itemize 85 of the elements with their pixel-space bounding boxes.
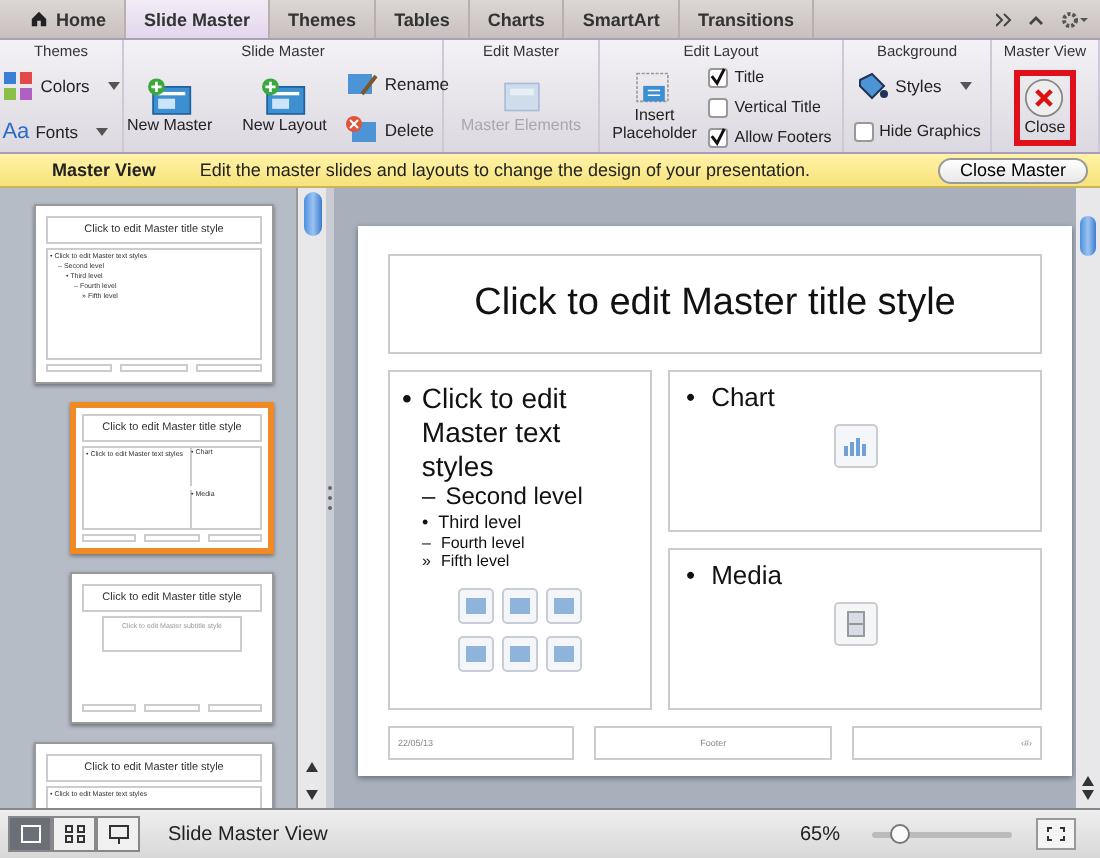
ribbon-button[interactable]: Close [1014, 69, 1076, 145]
ribbon-tab[interactable]: Slide Master [126, 0, 271, 38]
checkbox-box[interactable] [708, 67, 729, 87]
insert-content-icon [458, 635, 494, 672]
ribbon-tab[interactable]: Charts [469, 0, 565, 38]
scroll-up-icon [1082, 776, 1094, 786]
body-text: Fourth level [440, 533, 525, 553]
check-icon [710, 68, 727, 86]
ribbon-button[interactable]: Styles [853, 72, 981, 101]
view-button[interactable] [52, 816, 96, 852]
palette-icon [2, 70, 35, 103]
chart-icon [833, 424, 877, 468]
scrollbar[interactable] [1076, 188, 1100, 808]
fit-button[interactable] [1036, 818, 1076, 850]
bullet: • [402, 382, 412, 418]
bullet: • [686, 382, 696, 412]
ribbon-button[interactable]: New Master [116, 70, 223, 144]
scroll-down-icon [1082, 790, 1094, 800]
insert-content-icon [458, 587, 494, 624]
ribbon-button[interactable]: Rename [346, 70, 450, 99]
ribbon-tab[interactable]: Tables [376, 0, 470, 38]
bullet: » [422, 552, 431, 572]
new-slide-icon [262, 78, 307, 116]
view-button[interactable] [8, 816, 52, 852]
ribbon-button[interactable]: Aa Fonts [2, 119, 120, 144]
caret-icon [95, 127, 108, 136]
slideshow-view-icon [107, 824, 129, 844]
message-title: Master View [52, 160, 156, 180]
checkbox-box[interactable] [708, 97, 729, 117]
checkbox[interactable]: Hide Graphics [853, 121, 981, 142]
bullet: • [422, 511, 429, 534]
fit-icon [1046, 826, 1066, 842]
insert-content-icon [502, 587, 538, 624]
message-text: Edit the master slides and layouts to change the design of your presentation. [199, 160, 811, 180]
checkbox[interactable]: Title [708, 67, 832, 87]
scrollbar[interactable] [296, 188, 326, 808]
normal-view-icon [19, 824, 41, 844]
film-icon [833, 602, 877, 646]
collapse-icon [1028, 11, 1044, 27]
insert-content-icon [502, 635, 538, 672]
body-text: Third level [438, 511, 522, 534]
view-button[interactable] [96, 816, 140, 852]
ribbon-tab[interactable]: SmartArt [564, 0, 680, 38]
caret-icon [107, 82, 120, 91]
ribbon-tab[interactable]: Transitions [679, 0, 814, 38]
home-icon [30, 10, 48, 28]
checkbox[interactable]: Allow Footers [708, 127, 832, 147]
body-text: Chart [711, 382, 775, 412]
body-text: Second level [445, 482, 583, 512]
checkbox-box[interactable] [708, 127, 729, 147]
slider-thumb[interactable] [890, 823, 910, 843]
insert-content-icon [546, 587, 582, 624]
new-slide-icon [147, 78, 192, 116]
body-text: Click to edit Master text styles [421, 382, 569, 483]
ribbon-tab[interactable]: Themes [270, 0, 377, 38]
body-text: Media [711, 560, 782, 590]
scroll-thumb[interactable] [1080, 216, 1096, 256]
rename-icon [346, 70, 379, 99]
check-icon [710, 128, 727, 146]
delete-icon [346, 115, 379, 144]
scroll-down-icon [306, 789, 318, 799]
insert-content-icon [546, 635, 582, 672]
sorter-view-icon [63, 824, 85, 844]
bullet: – [422, 533, 431, 553]
checkbox[interactable]: Vertical Title [708, 97, 832, 117]
zoom-level: 65% [799, 823, 840, 845]
caret-icon [959, 82, 972, 91]
slide-title: Click to edit Master title style [388, 254, 1042, 354]
paint-bucket-icon [853, 72, 890, 101]
bullet: • [686, 560, 696, 590]
close-icon [1024, 77, 1065, 117]
overflow-icon [996, 11, 1012, 27]
checkbox-box[interactable] [853, 121, 874, 142]
ribbon-button[interactable]: Delete [346, 115, 450, 144]
ribbon-button[interactable]: New Layout [232, 70, 337, 144]
layout-icon [499, 78, 543, 116]
close-master-button[interactable]: Close Master [937, 157, 1088, 183]
scroll-thumb[interactable] [303, 192, 321, 236]
status-text: Slide Master View [168, 823, 328, 845]
bullet: – [422, 482, 436, 512]
settings-icon [1060, 9, 1088, 29]
ribbon-button[interactable]: Colors [2, 70, 120, 103]
scroll-up-icon [306, 761, 318, 771]
body-text: Fifth level [440, 552, 510, 572]
ribbon-button[interactable]: Insert Placeholder [610, 63, 699, 151]
